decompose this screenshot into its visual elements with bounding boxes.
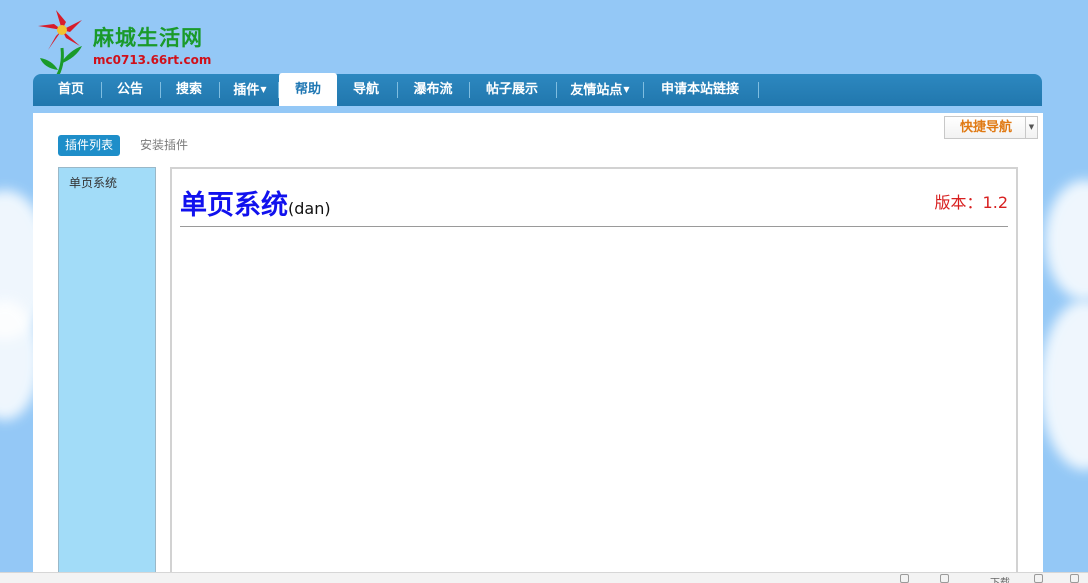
nav-item-label: 插件 bbox=[233, 83, 260, 98]
nav-item-post-showcase[interactable]: 帖子展示 bbox=[472, 74, 552, 106]
site-name[interactable]: 麻城生活网 bbox=[93, 22, 203, 52]
nav-item-label: 瀑布流 bbox=[413, 82, 453, 97]
nav-separator bbox=[397, 82, 398, 98]
nav-item-label: 公告 bbox=[116, 82, 143, 97]
nav-separator bbox=[219, 82, 220, 98]
plugin-sidebar: 单页系统 bbox=[58, 167, 156, 582]
background-cloud-right bbox=[1045, 180, 1088, 300]
chevron-down-icon: ▼ bbox=[260, 85, 267, 94]
nav-separator bbox=[101, 82, 102, 98]
nav-separator bbox=[643, 82, 644, 98]
browser-status-bar: 下载 bbox=[0, 572, 1088, 583]
nav-separator bbox=[469, 82, 470, 98]
tab-plugin-list[interactable]: 插件列表 bbox=[58, 135, 121, 156]
nav-item-announcements[interactable]: 公告 bbox=[104, 74, 156, 106]
plugin-title: 单页系统(dan) bbox=[180, 183, 331, 222]
nav-item-home[interactable]: 首页 bbox=[45, 74, 97, 106]
nav-item-label: 首页 bbox=[57, 82, 84, 97]
nav-item-friend-sites[interactable]: 友情站点▼ bbox=[559, 74, 641, 106]
nav-item-apply-link[interactable]: 申请本站链接 bbox=[646, 74, 754, 106]
nav-separator bbox=[556, 82, 557, 98]
nav-item-label: 导航 bbox=[352, 82, 379, 97]
plugin-id: (dan) bbox=[288, 199, 331, 218]
nav-item-help[interactable]: 帮助 bbox=[279, 73, 337, 106]
nav-item-label: 搜索 bbox=[175, 82, 202, 97]
chevron-down-icon: ▼ bbox=[623, 85, 630, 94]
quick-nav-button[interactable]: 快捷导航 ▼ bbox=[944, 116, 1038, 139]
divider bbox=[180, 226, 1008, 227]
nav-item-navigation[interactable]: 导航 bbox=[339, 74, 393, 106]
plugin-version: 版本：1.2 bbox=[934, 193, 1008, 212]
nav-separator bbox=[758, 82, 759, 98]
plugin-name: 单页系统 bbox=[180, 190, 288, 221]
logo-flower-icon[interactable] bbox=[36, 8, 88, 80]
quick-nav-label: 快捷导航 bbox=[959, 120, 1012, 135]
nav-separator bbox=[160, 82, 161, 98]
nav-item-waterfall[interactable]: 瀑布流 bbox=[400, 74, 466, 106]
nav-item-label: 帮助 bbox=[294, 82, 321, 97]
site-url[interactable]: mc0713.66rt.com bbox=[93, 53, 211, 67]
nav-item-plugins[interactable]: 插件▼ bbox=[222, 74, 278, 106]
sidebar-item-single-page[interactable]: 单页系统 bbox=[69, 174, 117, 191]
plugin-detail-panel: 单页系统(dan) 版本：1.2 bbox=[170, 167, 1018, 582]
main-nav-bar: 首页 公告 搜索 插件▼ 帮助 导航 瀑布流 帖子展示 友情站点▼ 申请本站链接 bbox=[33, 73, 1042, 106]
chevron-down-icon[interactable]: ▼ bbox=[1025, 117, 1037, 138]
nav-item-label: 申请本站链接 bbox=[660, 82, 739, 97]
tab-install-plugin[interactable]: 安装插件 bbox=[140, 135, 188, 156]
nav-item-label: 友情站点 bbox=[570, 83, 623, 98]
nav-item-label: 帖子展示 bbox=[485, 82, 538, 97]
nav-item-search[interactable]: 搜索 bbox=[163, 74, 215, 106]
background-cloud-right bbox=[1040, 300, 1088, 470]
